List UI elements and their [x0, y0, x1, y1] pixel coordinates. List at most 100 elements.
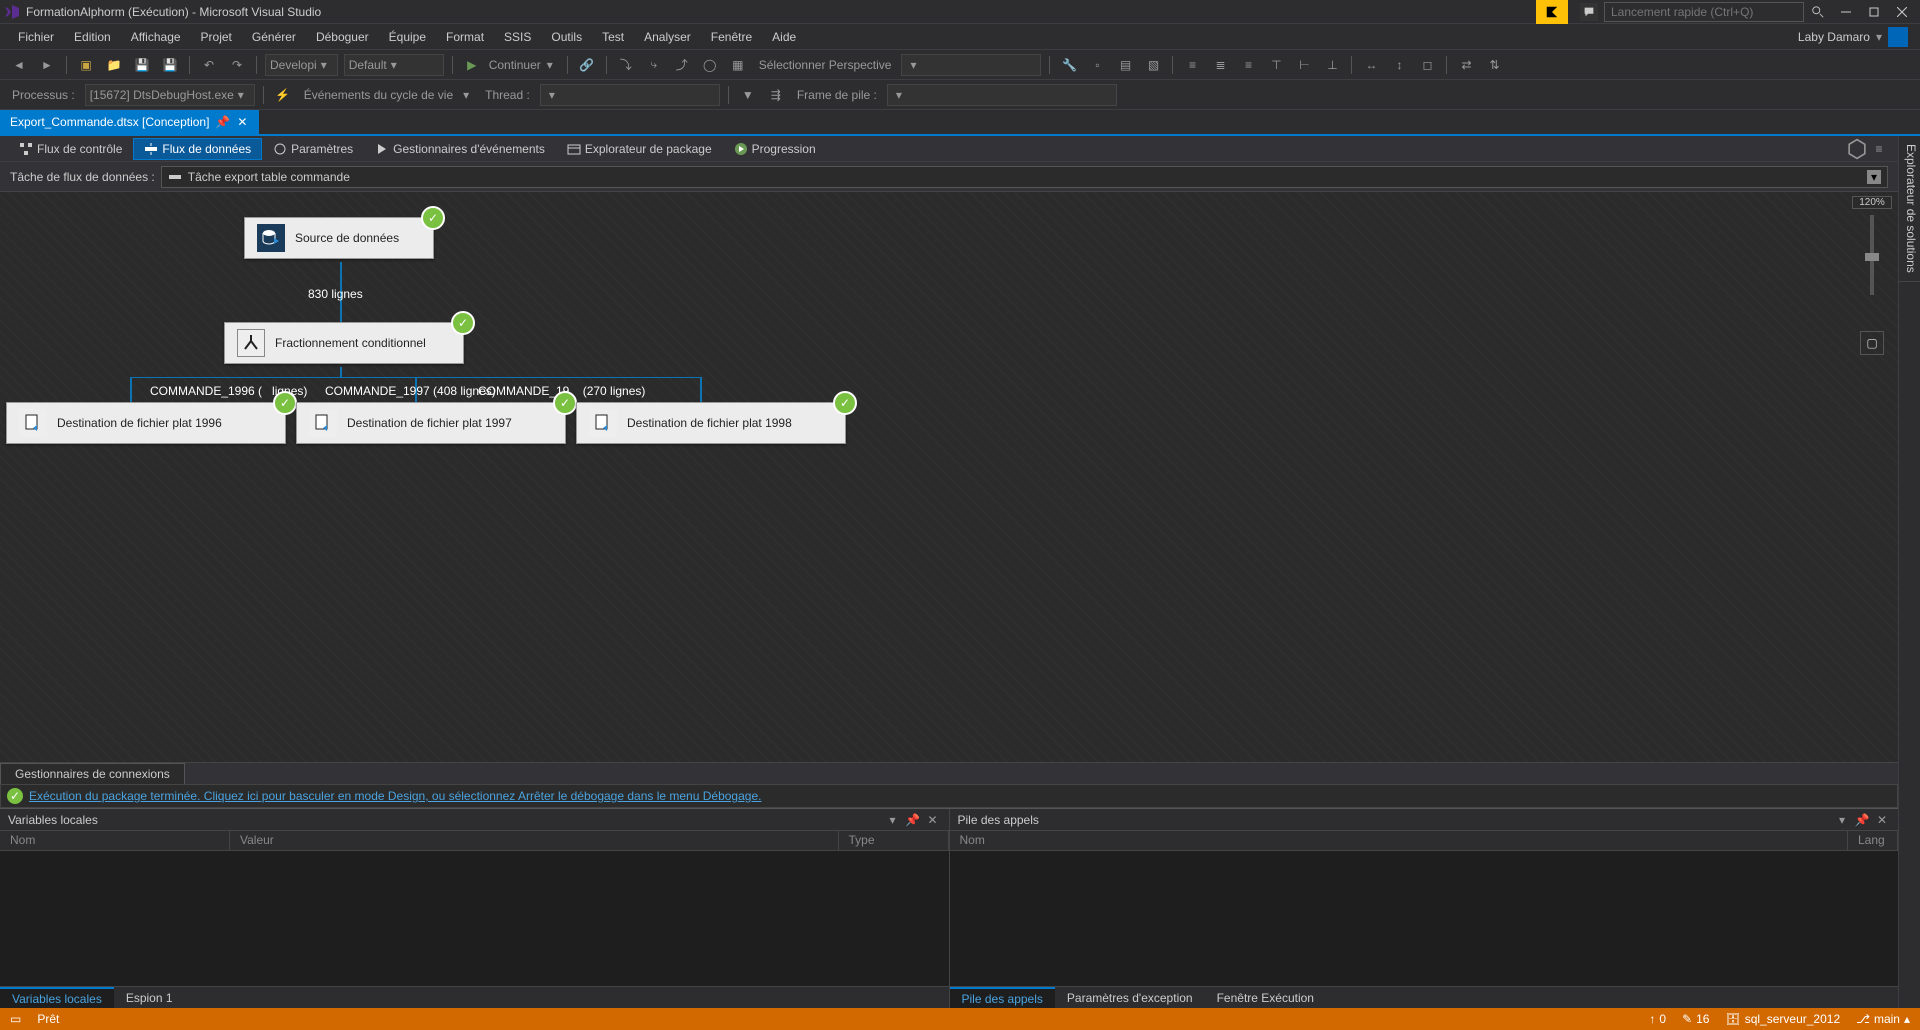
- nav-back-button[interactable]: ◄: [8, 54, 30, 76]
- lifecycle-events-icon[interactable]: ⚡: [272, 84, 294, 106]
- continue-button[interactable]: ▶: [461, 54, 483, 76]
- tab-parameters[interactable]: Paramètres: [262, 138, 364, 160]
- tab-progress[interactable]: Progression: [723, 138, 827, 160]
- continue-label[interactable]: Continuer: [489, 58, 541, 72]
- align-right-icon[interactable]: ≡: [1237, 54, 1259, 76]
- hspace-icon[interactable]: ⇄: [1455, 54, 1477, 76]
- collapse-icon[interactable]: ≡: [1868, 138, 1890, 160]
- pin-icon[interactable]: 📌: [905, 812, 921, 828]
- step-into-button[interactable]: ⤷: [643, 54, 665, 76]
- align-left-icon[interactable]: ≡: [1181, 54, 1203, 76]
- doc-tab-export-commande[interactable]: Export_Commande.dtsx [Conception] 📌 ✕: [0, 110, 259, 134]
- menu-projet[interactable]: Projet: [191, 24, 242, 50]
- notification-flag-icon[interactable]: [1536, 0, 1568, 24]
- connection-managers-tab[interactable]: Gestionnaires de connexions: [0, 763, 185, 785]
- step-out-button[interactable]: ⤴: [671, 54, 693, 76]
- menu-affichage[interactable]: Affichage: [121, 24, 191, 50]
- stop-button[interactable]: ▦: [727, 54, 749, 76]
- new-project-button[interactable]: ▣: [75, 54, 97, 76]
- menu-fenetre[interactable]: Fenêtre: [701, 24, 762, 50]
- tab-package-explorer[interactable]: Explorateur de package: [556, 138, 723, 160]
- close-icon[interactable]: ✕: [1874, 812, 1890, 828]
- same-height-icon[interactable]: ↕: [1388, 54, 1410, 76]
- redo-button[interactable]: ↷: [226, 54, 248, 76]
- col-name[interactable]: Nom: [0, 831, 230, 850]
- node-source[interactable]: Source de données ✓: [244, 217, 434, 259]
- menu-equipe[interactable]: Équipe: [379, 24, 436, 50]
- status-branch[interactable]: ⎇ main ▴: [1856, 1012, 1910, 1026]
- same-size-icon[interactable]: ◻: [1416, 54, 1438, 76]
- restore-button[interactable]: [1860, 0, 1888, 24]
- solution-explorer-tab[interactable]: Explorateur de solutions: [1899, 136, 1920, 282]
- node-dest-1997[interactable]: Destination de fichier plat 1997 ✓: [296, 402, 566, 444]
- close-icon[interactable]: ✕: [925, 812, 941, 828]
- solution-platform-combo[interactable]: Default▾: [344, 54, 444, 76]
- toolbox-icon[interactable]: 🔧: [1058, 54, 1080, 76]
- align-top-icon[interactable]: ⊤: [1265, 54, 1287, 76]
- step-over-button[interactable]: ⤵: [615, 54, 637, 76]
- menu-analyser[interactable]: Analyser: [634, 24, 701, 50]
- align-bottom-icon[interactable]: ⊥: [1321, 54, 1343, 76]
- nav-fwd-button[interactable]: ►: [36, 54, 58, 76]
- pin-icon[interactable]: 📌: [1854, 812, 1870, 828]
- window-menu-icon[interactable]: ▾: [1834, 812, 1850, 828]
- align-middle-icon[interactable]: ⊢: [1293, 54, 1315, 76]
- save-all-button[interactable]: 💾: [159, 54, 181, 76]
- tab-output-window[interactable]: Fenêtre Exécution: [1205, 987, 1326, 1009]
- menu-edition[interactable]: Edition: [64, 24, 121, 50]
- pin-icon[interactable]: 📌: [215, 115, 229, 129]
- execution-finished-link[interactable]: Exécution du package terminée. Cliquez i…: [29, 789, 761, 803]
- zoom-slider[interactable]: [1870, 215, 1874, 295]
- status-server[interactable]: 🗄 sql_serveur_2012: [1725, 1012, 1840, 1026]
- locals-body[interactable]: [0, 851, 949, 986]
- menu-fichier[interactable]: Fichier: [8, 24, 64, 50]
- col-type[interactable]: Type: [839, 831, 949, 850]
- zoom-value[interactable]: 120%: [1852, 196, 1892, 209]
- feedback-icon[interactable]: [1580, 3, 1598, 21]
- tab-callstack[interactable]: Pile des appels: [950, 987, 1055, 1009]
- undo-button[interactable]: ↶: [198, 54, 220, 76]
- package-icon[interactable]: [1846, 138, 1868, 160]
- col-name[interactable]: Nom: [950, 831, 1849, 850]
- zoom-fit-button[interactable]: ▢: [1860, 331, 1884, 355]
- filter-icon[interactable]: ▼: [737, 84, 759, 106]
- dataflow-design-surface[interactable]: Source de données ✓ 830 lignes Fractionn…: [0, 192, 1898, 762]
- close-tab-icon[interactable]: ✕: [235, 115, 249, 129]
- node-dest-1996[interactable]: Destination de fichier plat 1996 ✓: [6, 402, 286, 444]
- close-button[interactable]: [1888, 0, 1916, 24]
- col-lang[interactable]: Lang: [1848, 831, 1898, 850]
- browser-link-button[interactable]: 🔗: [576, 54, 598, 76]
- signed-in-user[interactable]: Laby Damaro ▾: [1794, 27, 1912, 47]
- minimize-button[interactable]: [1832, 0, 1860, 24]
- vspace-icon[interactable]: ⇅: [1483, 54, 1505, 76]
- dataflow-task-combo[interactable]: Tâche export table commande ▾: [161, 166, 1888, 188]
- status-pending-changes[interactable]: ✎ 16: [1682, 1012, 1709, 1026]
- menu-test[interactable]: Test: [592, 24, 634, 50]
- log-events-icon[interactable]: ▤: [1114, 54, 1136, 76]
- breakpoint-button[interactable]: ◯: [699, 54, 721, 76]
- solution-config-combo[interactable]: Developi▾: [265, 54, 338, 76]
- tab-control-flow[interactable]: Flux de contrôle: [8, 138, 133, 160]
- col-value[interactable]: Valeur: [230, 831, 839, 850]
- locals-title-bar[interactable]: Variables locales ▾ 📌 ✕: [0, 809, 949, 831]
- continue-dropdown[interactable]: ▾: [547, 58, 559, 72]
- node-conditional-split[interactable]: Fractionnement conditionnel ✓: [224, 322, 464, 364]
- status-publish-up[interactable]: ↑ 0: [1649, 1012, 1666, 1026]
- tab-locals[interactable]: Variables locales: [0, 987, 114, 1009]
- stackframe-combo[interactable]: ▾: [887, 84, 1117, 106]
- quick-launch-input[interactable]: [1604, 2, 1804, 22]
- save-button[interactable]: 💾: [131, 54, 153, 76]
- tab-watch1[interactable]: Espion 1: [114, 987, 185, 1009]
- menu-deboguer[interactable]: Déboguer: [306, 24, 379, 50]
- thread-combo[interactable]: ▾: [540, 84, 720, 106]
- menu-aide[interactable]: Aide: [762, 24, 806, 50]
- stackframe-icon[interactable]: ⇶: [765, 84, 787, 106]
- process-combo[interactable]: [15672] DtsDebugHost.exe▾: [85, 84, 255, 106]
- same-width-icon[interactable]: ↔: [1360, 54, 1382, 76]
- window-menu-icon[interactable]: ▾: [885, 812, 901, 828]
- menu-format[interactable]: Format: [436, 24, 494, 50]
- tab-event-handlers[interactable]: Gestionnaires d'événements: [364, 138, 556, 160]
- perspective-combo[interactable]: ▾: [901, 54, 1041, 76]
- var-window-icon[interactable]: ▫: [1086, 54, 1108, 76]
- menu-outils[interactable]: Outils: [541, 24, 592, 50]
